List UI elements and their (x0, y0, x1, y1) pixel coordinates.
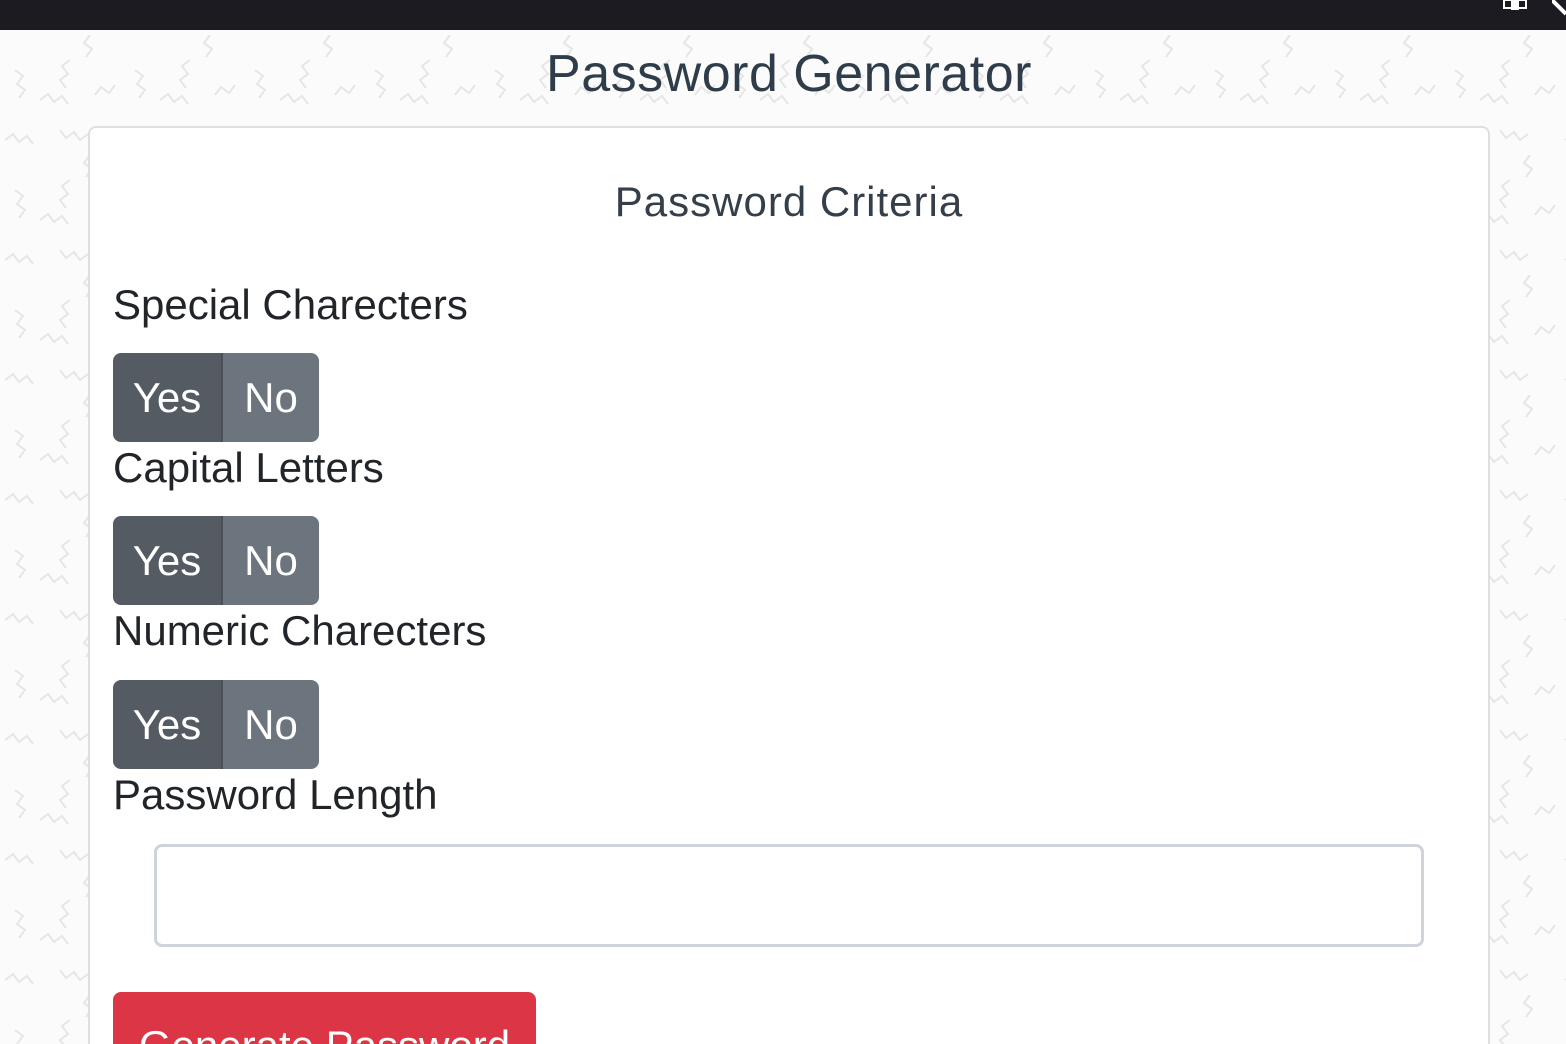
browser-top-bar (0, 0, 1566, 30)
generate-password-button[interactable]: Generate Password (113, 992, 536, 1044)
capital-letters-yes-button[interactable]: Yes (113, 516, 223, 605)
page-title: Password Generator (546, 45, 1032, 103)
card-header: Password Criteria (614, 178, 964, 225)
numeric-characters-toggle: Yes No (113, 680, 319, 769)
capital-letters-label: Capital Letters (113, 444, 384, 491)
capital-letters-no-button[interactable]: No (223, 516, 319, 605)
extension-icon[interactable] (1500, 0, 1530, 10)
corner-arrow-icon (1552, 0, 1566, 16)
special-characters-no-button[interactable]: No (223, 353, 319, 442)
numeric-characters-yes-button[interactable]: Yes (113, 680, 223, 769)
password-length-input[interactable] (154, 844, 1424, 947)
numeric-characters-no-button[interactable]: No (223, 680, 319, 769)
special-characters-toggle: Yes No (113, 353, 319, 442)
numeric-characters-label: Numeric Charecters (113, 607, 487, 654)
special-characters-yes-button[interactable]: Yes (113, 353, 223, 442)
special-characters-label: Special Charecters (113, 281, 468, 328)
capital-letters-toggle: Yes No (113, 516, 319, 605)
password-length-label: Password Length (113, 771, 438, 818)
